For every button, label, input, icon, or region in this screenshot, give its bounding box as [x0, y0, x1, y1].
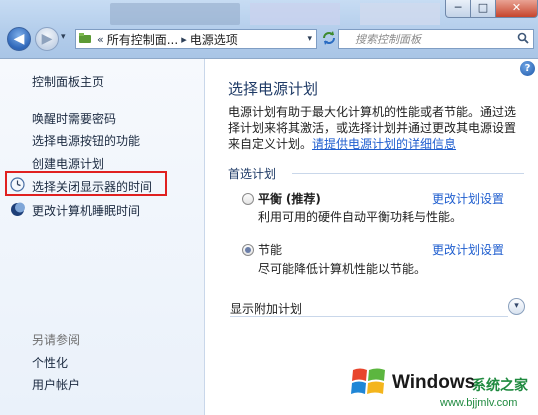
- balanced-change-settings-link[interactable]: 更改计划设置: [432, 190, 504, 207]
- balanced-plan-label[interactable]: 平衡 (推荐): [258, 190, 321, 207]
- plan-name: 平衡: [258, 192, 283, 206]
- back-arrow-icon: ◀: [13, 31, 25, 47]
- search-icon[interactable]: [517, 32, 529, 47]
- search-input[interactable]: [339, 30, 525, 48]
- highlight-annotation-box: [5, 171, 167, 196]
- plan-tag: (推荐): [285, 192, 321, 206]
- sleep-time-link[interactable]: 更改计算机睡眠时间: [32, 202, 140, 219]
- power-saver-plan-description: 尽可能降低计算机性能以节能。: [258, 262, 427, 276]
- control-panel-home-link[interactable]: 控制面板主页: [32, 73, 104, 90]
- personalization-link[interactable]: 个性化: [32, 354, 68, 371]
- create-power-plan-link[interactable]: 创建电源计划: [32, 155, 104, 172]
- blurred-title-area: [250, 3, 340, 25]
- maximize-icon: □: [477, 1, 489, 14]
- breadcrumb-separator-icon[interactable]: ▸: [178, 33, 190, 46]
- minimize-button[interactable]: ─: [445, 0, 471, 18]
- minimize-icon: ─: [454, 1, 462, 14]
- refresh-button[interactable]: [320, 30, 338, 48]
- control-panel-icon: [76, 32, 94, 47]
- windows-logo-icon: [351, 368, 385, 394]
- recent-pages-dropdown[interactable]: ▾: [61, 32, 66, 42]
- power-plan-details-link[interactable]: 请提供电源计划的详细信息: [312, 137, 456, 151]
- balanced-plan-description: 利用可用的硬件自动平衡功耗与性能。: [258, 210, 463, 224]
- search-box[interactable]: [338, 29, 534, 49]
- forward-arrow-icon: ▶: [41, 31, 53, 47]
- close-icon: ✕: [511, 1, 522, 14]
- balanced-plan-radio[interactable]: [242, 193, 254, 205]
- watermark-site-name: 系统之家: [472, 378, 528, 394]
- power-button-function-link[interactable]: 选择电源按钮的功能: [32, 132, 140, 149]
- preferred-plans-heading: 首选计划: [228, 167, 277, 181]
- close-button[interactable]: ✕: [495, 0, 538, 18]
- page-description: 电源计划有助于最大化计算机的性能或者节能。通过选择计划来将其激活，或选择计划并通…: [228, 104, 524, 152]
- refresh-icon: [323, 31, 335, 45]
- watermark-url: www.bjjmlv.com: [440, 397, 518, 409]
- power-saver-plan-label[interactable]: 节能: [258, 241, 282, 258]
- show-additional-plans-label[interactable]: 显示附加计划: [230, 300, 302, 317]
- address-bar[interactable]: « 所有控制面... ▸ 电源选项 ▾: [75, 29, 317, 49]
- address-dropdown-icon[interactable]: ▾: [303, 34, 316, 44]
- window-titlebar: ─ □ ✕ ◀ ▶ ▾ « 所有控制面... ▸ 电源选项 ▾: [0, 0, 538, 59]
- power-saver-change-settings-link[interactable]: 更改计划设置: [432, 241, 504, 258]
- moon-icon: [10, 202, 25, 217]
- breadcrumb-overflow-icon[interactable]: «: [94, 33, 107, 46]
- back-button[interactable]: ◀: [7, 27, 31, 51]
- see-also-heading: 另请参阅: [32, 333, 81, 347]
- watermark-brand: Windows: [392, 372, 476, 393]
- breadcrumb-power-options[interactable]: 电源选项: [190, 31, 238, 48]
- blurred-title-area: [360, 3, 440, 25]
- blurred-title-area: [110, 3, 240, 25]
- page-title: 选择电源计划: [228, 80, 319, 98]
- maximize-button[interactable]: □: [470, 0, 496, 18]
- power-saver-plan-radio[interactable]: [242, 244, 254, 256]
- divider: [230, 316, 508, 317]
- breadcrumb-all-control-panel[interactable]: 所有控制面...: [107, 31, 178, 48]
- user-accounts-link[interactable]: 用户帐户: [32, 376, 80, 393]
- divider: [292, 173, 524, 174]
- expand-additional-plans-button[interactable]: ▾: [508, 298, 525, 315]
- wake-password-link[interactable]: 唤醒时需要密码: [32, 110, 116, 127]
- help-icon[interactable]: ?: [520, 61, 535, 76]
- forward-button[interactable]: ▶: [35, 27, 59, 51]
